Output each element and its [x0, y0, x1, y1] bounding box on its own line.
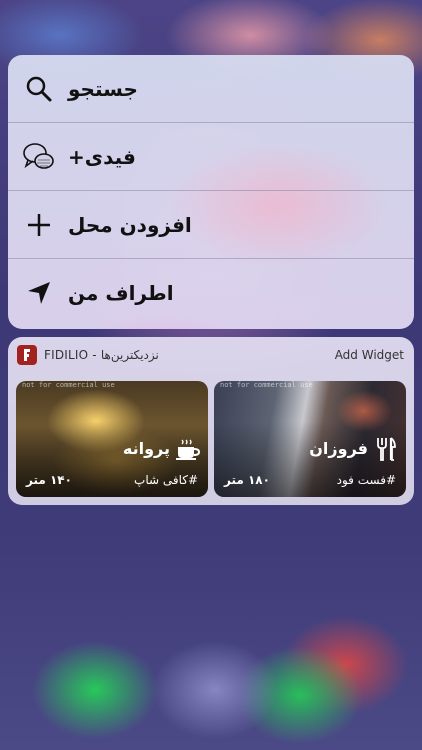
fidilio-widget: FIDILIO - نزدیکترین‌ها Add Widget not fo…: [8, 337, 414, 505]
quick-action-label: افزودن محل: [68, 212, 192, 237]
place-category: #کافی شاپ: [134, 473, 198, 487]
place-distance: ۱۸۰ متر: [224, 473, 270, 487]
watermark: not for commercial use: [220, 381, 313, 389]
quick-action-label: اطراف من: [68, 281, 174, 305]
quick-actions-menu: جستجو فیدی+ افزودن محل اطراف من: [8, 55, 414, 329]
plus-icon: [22, 208, 56, 242]
place-distance: ۱۴۰ متر: [26, 473, 72, 487]
quick-action-label: جستجو: [68, 76, 138, 101]
location-arrow-icon: [22, 276, 56, 310]
fidilio-logo-icon: [17, 345, 37, 365]
search-icon: [22, 72, 56, 106]
place-category: #فست فود: [336, 473, 396, 487]
place-name: فروزان: [309, 439, 368, 458]
place-card-parvaneh[interactable]: not for commercial use پروانه #کافی شاپ …: [16, 381, 208, 497]
place-card-forouzan[interactable]: not for commercial use فروزان #فست فود ۱…: [214, 381, 406, 497]
place-name: پروانه: [122, 439, 170, 458]
fork-knife-icon: [374, 437, 398, 461]
quick-action-label: فیدی+: [68, 144, 136, 169]
widget-title: FIDILIO - نزدیکترین‌ها: [44, 348, 159, 362]
coffee-cup-icon: [176, 437, 200, 461]
add-widget-button[interactable]: Add Widget: [335, 348, 404, 362]
quick-action-add-place[interactable]: افزودن محل: [8, 191, 414, 259]
quick-action-search[interactable]: جستجو: [8, 55, 414, 123]
widget-header: FIDILIO - نزدیکترین‌ها Add Widget: [8, 337, 414, 375]
chat-bubbles-icon: [22, 140, 56, 174]
quick-action-fidi-plus[interactable]: فیدی+: [8, 123, 414, 191]
quick-action-nearby[interactable]: اطراف من: [8, 259, 414, 327]
watermark: not for commercial use: [22, 381, 115, 389]
